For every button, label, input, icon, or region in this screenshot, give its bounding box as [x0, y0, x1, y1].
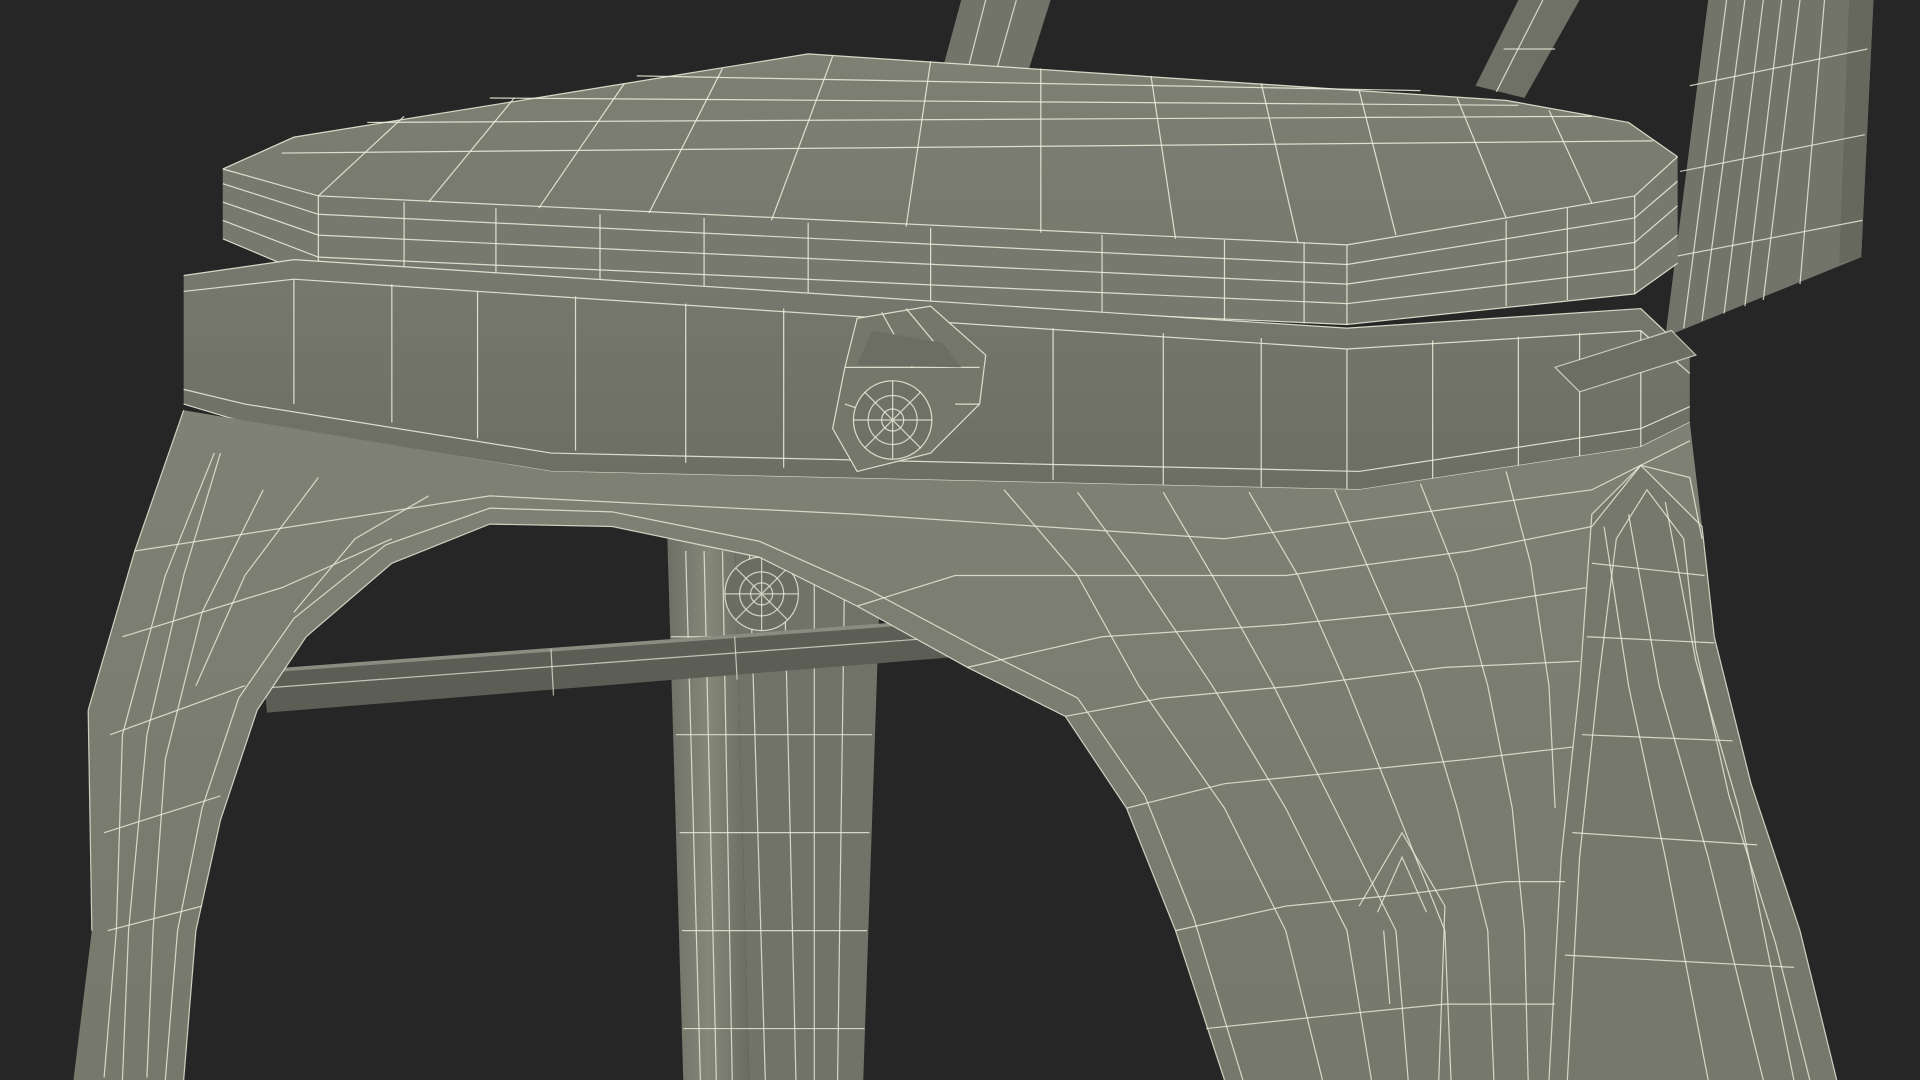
front-bolt: [852, 380, 933, 460]
rear-left-leg: [667, 538, 882, 1080]
chair-wireframe-render: [0, 0, 1920, 1080]
render-viewport: [0, 0, 1920, 1080]
